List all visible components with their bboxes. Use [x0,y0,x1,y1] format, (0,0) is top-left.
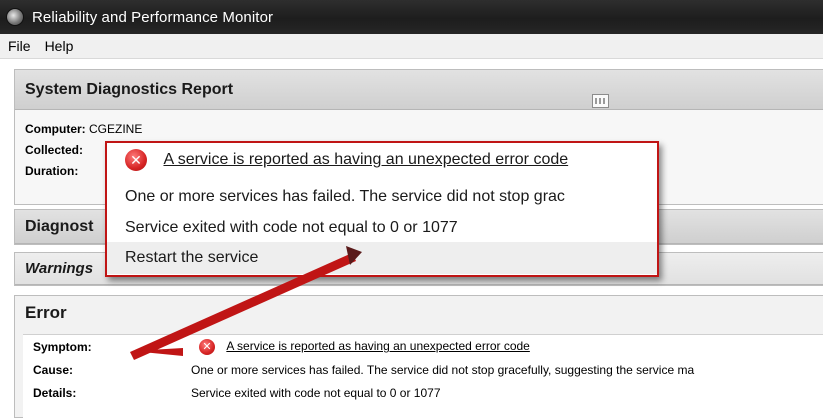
callout-symptom-link[interactable]: A service is reported as having an unexp… [163,151,568,168]
duration-label: Duration: [25,164,79,178]
error-section: Error Symptom: ✕ A service is reported a… [14,295,823,420]
computer-value: CGEZINE [89,122,143,136]
symptom-row: Symptom: ✕ A service is reported as havi… [23,339,823,360]
collected-row: Collected: [25,143,83,157]
duration-row: Duration: [25,164,78,178]
details-label: Details: [33,386,77,400]
symptom-link[interactable]: A service is reported as having an unexp… [226,339,530,353]
symptom-value-wrap: ✕ A service is reported as having an une… [199,339,530,355]
computer-row: Computer: CGEZINE [25,122,142,136]
menu-help[interactable]: Help [39,38,80,54]
callout-symptom-row: ✕ A service is reported as having an une… [125,149,568,171]
magnified-callout: ✕ A service is reported as having an une… [105,141,659,277]
cause-label: Cause: [33,363,74,377]
report-title: System Diagnostics Report [15,70,823,110]
cause-row: Cause: One or more services has failed. … [23,363,823,383]
computer-label: Computer: [25,122,86,136]
collected-label: Collected: [25,143,84,157]
menu-bar: File Help [0,34,823,59]
window-title: Reliability and Performance Monitor [32,8,274,26]
callout-resolution: Restart the service [125,249,259,266]
menu-file[interactable]: File [2,38,37,54]
details-value: Service exited with code not equal to 0 … [191,386,441,400]
callout-details: Service exited with code not equal to 0 … [125,219,458,236]
error-details-box: Symptom: ✕ A service is reported as havi… [23,334,823,420]
symptom-label: Symptom: [33,340,92,354]
reliability-monitor-icon [6,8,24,26]
details-row: Details: Service exited with code not eq… [23,386,823,406]
error-title: Error [15,296,823,330]
error-x-circle-icon: ✕ [199,339,215,355]
window-titlebar: Reliability and Performance Monitor [0,0,823,34]
report-grid-icon[interactable] [592,94,609,108]
cause-value: One or more services has failed. The ser… [191,363,695,377]
error-x-circle-icon: ✕ [125,149,147,171]
callout-cause: One or more services has failed. The ser… [125,188,565,205]
